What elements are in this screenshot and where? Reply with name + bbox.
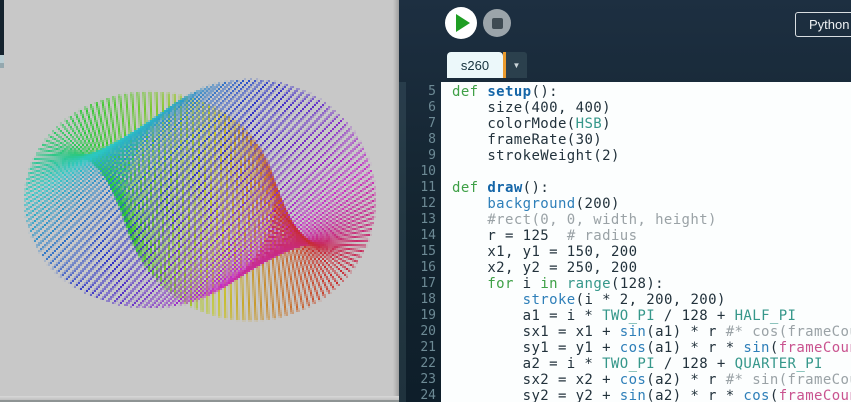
- left-edge-panel-sliver: [0, 0, 4, 55]
- line-number: 21: [420, 340, 436, 355]
- code-line: #rect(0, 0, width, height): [487, 212, 717, 228]
- left-edge-panel-sliver-mid: [0, 63, 4, 68]
- line-number: 18: [420, 292, 436, 307]
- tab-strip: s260 ▼: [447, 52, 527, 78]
- code-line: a1 = i * TWO_PI / 128 + HALF_PI: [452, 308, 797, 324]
- line-number: 7: [428, 116, 436, 131]
- line-number: 17: [420, 276, 436, 291]
- code-line: def draw():: [452, 180, 550, 196]
- code-line: def setup():: [452, 84, 558, 100]
- left-edge-panel-sliver-light: [0, 55, 4, 63]
- code-line: background(200): [487, 196, 620, 212]
- caret-down-icon: ▼: [512, 60, 521, 70]
- line-number: 13: [420, 212, 436, 227]
- tab-label: s260: [460, 57, 490, 73]
- line-number: 10: [420, 164, 436, 179]
- line-number: 11: [420, 180, 436, 195]
- stop-button[interactable]: [483, 9, 511, 37]
- code-line: stroke(i * 2, 200, 200): [522, 292, 726, 308]
- code-line: sy2 = y2 + sin(a2) * r * cos(frameCount/…: [452, 388, 851, 402]
- code-line: frameRate(30): [452, 132, 603, 148]
- code-line: x1, y1 = 150, 200: [452, 244, 638, 260]
- line-number: 15: [420, 244, 436, 259]
- line-number: 12: [420, 196, 436, 211]
- code-line: sy1 = y1 + cos(a1) * r * sin(frameCount/…: [452, 340, 851, 356]
- line-number: 23: [420, 372, 436, 387]
- line-number: 22: [420, 356, 436, 371]
- code-editor[interactable]: 5 6 7 8 9 10 11 12 13 14 15 16 17 18 19 20 21 22 23 24 def …: [399, 82, 851, 402]
- code-line: colorMode(HSB): [452, 116, 611, 132]
- output-bottom-strip: [0, 396, 399, 402]
- sketch-canvas: [0, 0, 399, 400]
- line-number: 19: [420, 308, 436, 323]
- play-icon: [456, 14, 470, 32]
- language-dropdown[interactable]: Python ▾: [795, 12, 851, 37]
- run-button[interactable]: [445, 7, 477, 39]
- sketch-output-panel: [0, 0, 399, 402]
- code-line: x2, y2 = 250, 200: [452, 260, 638, 276]
- code-line: for i in range(128):: [487, 276, 665, 292]
- code-line: r = 125 # radius: [452, 228, 638, 244]
- tab-dropdown-button[interactable]: ▼: [506, 52, 527, 78]
- line-number: 14: [420, 228, 436, 243]
- code-line: sx1 = x1 + sin(a1) * r #* cos(frameCount…: [452, 324, 851, 340]
- language-label: Python: [809, 17, 850, 32]
- code-lines: def setup(): size(400, 400) colorMode(HS…: [441, 82, 851, 402]
- stop-icon: [491, 17, 503, 29]
- trinket-app: Python ▾ s260 ▼ 567891011121314151617181…: [0, 0, 851, 402]
- code-line: size(400, 400): [452, 100, 611, 116]
- code-line: strokeWeight(2): [452, 148, 620, 164]
- line-number: 8: [428, 132, 436, 147]
- editor-panel: Python ▾ s260 ▼ 567891011121314151617181…: [399, 0, 851, 402]
- line-number: 20: [420, 324, 436, 339]
- line-number: 6: [428, 100, 436, 115]
- code-line: sx2 = x2 + cos(a2) * r #* sin(frameCount…: [452, 372, 851, 388]
- line-number: 16: [420, 260, 436, 275]
- line-number: 5: [428, 84, 436, 99]
- gutter: 5 6 7 8 9 10 11 12 13 14 15 16 17 18 19 20 21 22 23 24: [399, 82, 441, 402]
- code-line: a2 = i * TWO_PI / 128 + QUARTER_PI: [452, 356, 823, 372]
- line-number: 9: [428, 148, 436, 163]
- line-number: 24: [420, 388, 436, 402]
- tab-s260[interactable]: s260: [447, 52, 503, 78]
